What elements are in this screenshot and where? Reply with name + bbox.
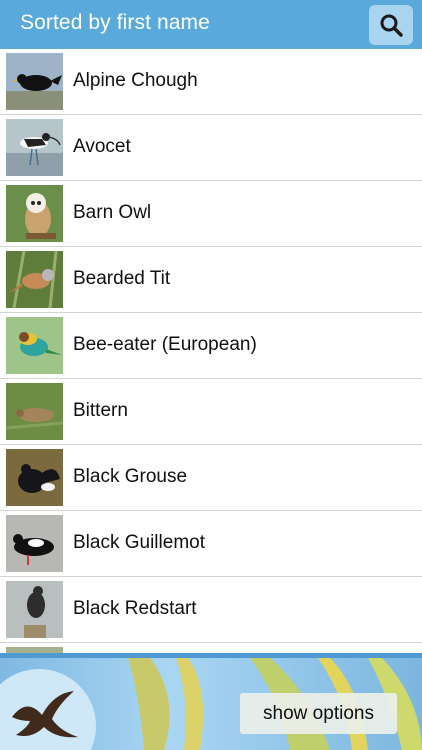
list-item[interactable]: Black Redstart [0,577,422,643]
list-item[interactable]: Black Grouse [0,445,422,511]
app-header: Sorted by first name [0,0,422,49]
list-item-label: Bee-eater (European) [73,334,257,355]
list-item-label: Black Guillemot [73,532,205,553]
bittern-thumbnail [6,383,63,440]
swallow-logo-icon [12,691,78,738]
list-item-label: Bearded Tit [73,268,171,289]
list-item[interactable]: Bittern [0,379,422,445]
alpine-chough-thumbnail [6,53,63,110]
list-item[interactable]: Bearded Tit [0,247,422,313]
barn-owl-thumbnail [6,185,63,242]
bee-eater-thumbnail [6,317,63,374]
search-button[interactable] [369,5,413,45]
search-icon [380,14,403,37]
black-redstart-thumbnail [6,581,63,638]
list-item[interactable] [0,643,422,653]
bearded-tit-thumbnail [6,251,63,308]
bird-list[interactable]: Alpine Chough Avocet Barn Owl Bearded Ti… [0,49,422,653]
list-item[interactable]: Bee-eater (European) [0,313,422,379]
list-item-label: Black Grouse [73,466,188,487]
page-title: Sorted by first name [20,11,210,34]
avocet-thumbnail [6,119,63,176]
black-guillemot-thumbnail [6,515,63,572]
show-options-button[interactable]: show options [240,693,397,734]
list-item[interactable]: Black Guillemot [0,511,422,577]
list-item[interactable]: Barn Owl [0,181,422,247]
list-item-label: Avocet [73,136,131,157]
list-item-label: Alpine Chough [73,70,198,91]
list-item[interactable]: Alpine Chough [0,49,422,115]
list-item-label: Bittern [73,400,128,421]
list-item[interactable]: Avocet [0,115,422,181]
list-item-label: Barn Owl [73,202,152,223]
logo-badge [0,669,96,750]
black-grouse-thumbnail [6,449,63,506]
options-bar: show options [0,653,422,750]
list-item-label: Black Redstart [73,598,197,619]
